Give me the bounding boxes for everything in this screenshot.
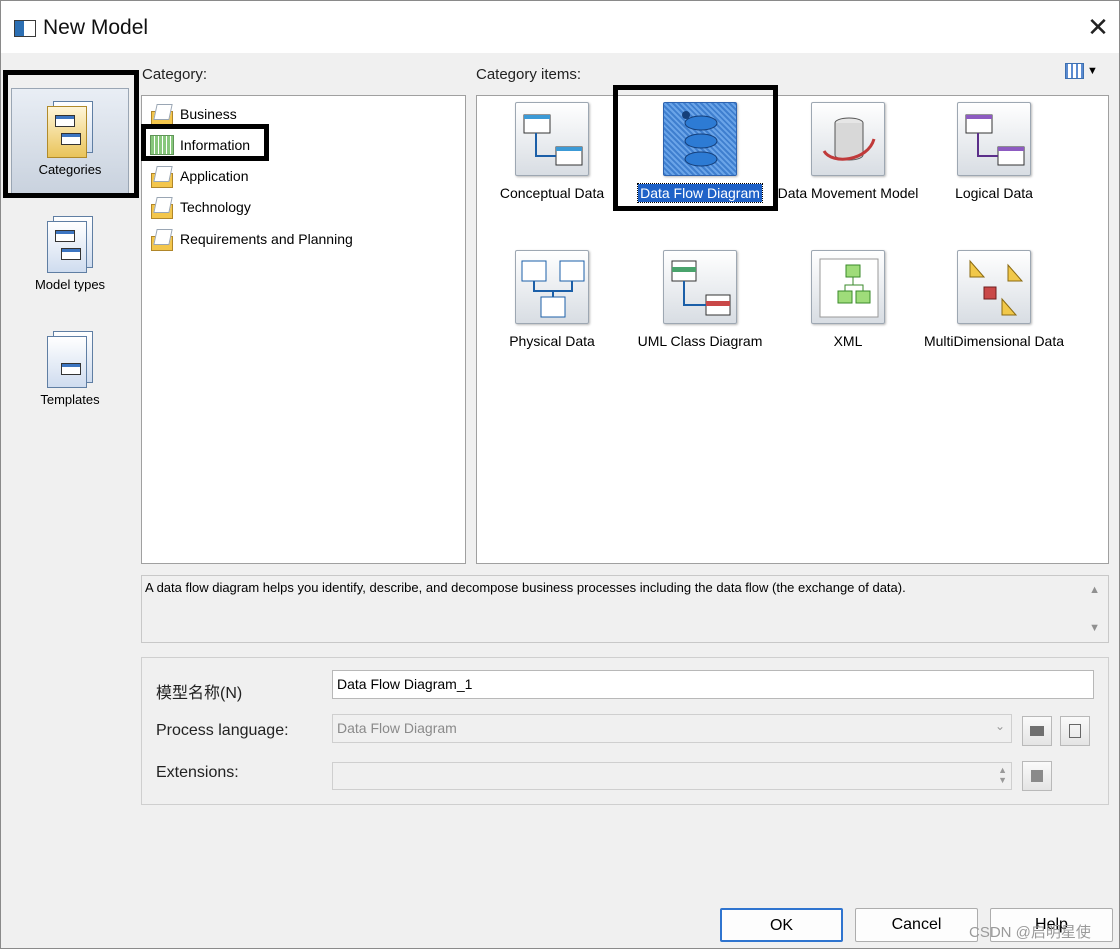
app-window-icon [14,20,36,37]
folder-icon [150,228,174,251]
title-bar: New Model ✕ [1,1,1119,53]
category-items-panel: Conceptual Data Data Flow Diagram Data M… [476,95,1109,564]
nav-item-categories[interactable]: Categories [11,88,129,194]
nav-item-templates[interactable]: Templates [11,329,129,419]
folder-icon [150,165,174,188]
list-view-icon [1065,63,1084,79]
tile-data-movement-model[interactable]: Data Movement Model [773,102,923,202]
tile-conceptual-data[interactable]: Conceptual Data [477,102,627,202]
browse-folder-button[interactable] [1022,716,1052,746]
xml-icon [811,250,885,324]
tile-logical-data[interactable]: Logical Data [919,102,1069,202]
nav-label: Templates [40,392,100,407]
physical-data-icon [515,250,589,324]
folder-icon [1030,726,1044,736]
description-box: A data flow diagram helps you identify, … [141,575,1109,643]
tree-item-requirements[interactable]: Requirements and Planning [150,226,353,252]
tree-item-business[interactable]: Business [150,101,237,127]
templates-icon [45,331,95,389]
tree-item-label: Requirements and Planning [180,231,353,247]
tile-multidimensional-data[interactable]: MultiDimensional Data [919,250,1069,350]
tile-physical-data[interactable]: Physical Data [477,250,627,350]
watermark: CSDN @启明星使 [969,924,1091,941]
nav-label: Categories [38,162,102,177]
tree-item-label: Application [180,168,249,184]
folder-icon [150,103,174,126]
nav-item-model-types[interactable]: Model types [11,214,129,304]
tile-data-flow-diagram[interactable]: Data Flow Diagram [625,102,775,203]
category-heading: Category: [142,66,208,83]
category-items-heading: Category items: [476,66,582,83]
model-name-label: 模型名称(N) [156,685,243,702]
folder-icon [150,196,174,219]
process-language-label: Process language: [156,722,289,739]
scroll-down-icon[interactable]: ▼ [1089,622,1100,634]
tile-xml[interactable]: XML [773,250,923,350]
import-button[interactable] [1060,716,1090,746]
tile-label: Conceptual Data [499,185,605,201]
tile-uml-class-diagram[interactable]: UML Class Diagram [625,250,775,350]
process-language-select[interactable]: Data Flow Diagram ⌄ [332,714,1012,743]
dialog-title: New Model [43,16,149,39]
process-language-value: Data Flow Diagram [337,720,457,736]
tile-label: UML Class Diagram [637,333,763,349]
multidimensional-icon [957,250,1031,324]
tree-item-label: Information [180,137,251,153]
extensions-select-button[interactable] [1022,761,1052,791]
tile-label: Logical Data [955,185,1033,201]
properties-panel: 模型名称(N) Data Flow Diagram_1 Process lang… [141,657,1109,805]
tree-item-label: Technology [180,199,251,215]
view-mode-button[interactable]: ▼ [1065,63,1105,81]
grid-icon [150,135,174,155]
new-model-dialog: New Model ✕ Categories Model types Templ… [0,0,1120,949]
tree-item-label: Business [180,106,237,122]
data-movement-icon [811,102,885,176]
model-name-input[interactable]: Data Flow Diagram_1 [332,670,1094,699]
nav-label: Model types [34,277,106,292]
import-icon [1069,724,1081,738]
extensions-label: Extensions: [156,764,239,781]
tile-label: Data Flow Diagram [637,183,763,203]
tree-item-application[interactable]: Application [150,163,249,189]
scroll-up-icon[interactable]: ▲ [1089,584,1100,596]
categories-icon [45,101,95,159]
description-text: A data flow diagram helps you identify, … [145,580,906,595]
cancel-button[interactable]: Cancel [855,908,978,942]
select-icon [1031,770,1043,782]
uml-class-icon [663,250,737,324]
category-tree[interactable]: Business Information Application Technol… [141,95,466,564]
tile-label: XML [833,333,863,349]
chevron-down-icon: ⌄ [994,719,1005,733]
tile-label: Data Movement Model [777,185,919,201]
conceptual-data-icon [515,102,589,176]
tile-label: MultiDimensional Data [923,333,1065,349]
ok-button[interactable]: OK [720,908,843,942]
model-types-icon [45,216,95,274]
tree-item-technology[interactable]: Technology [150,194,251,220]
close-icon[interactable]: ✕ [1083,13,1113,43]
spin-icon[interactable]: ▲ ▼ [998,765,1007,785]
data-flow-diagram-icon [663,102,737,176]
chevron-down-icon: ▼ [1087,65,1098,77]
tile-label: Physical Data [509,333,595,349]
tree-item-information[interactable]: Information [150,132,250,158]
extensions-field[interactable]: ▲ ▼ [332,762,1012,790]
logical-data-icon [957,102,1031,176]
